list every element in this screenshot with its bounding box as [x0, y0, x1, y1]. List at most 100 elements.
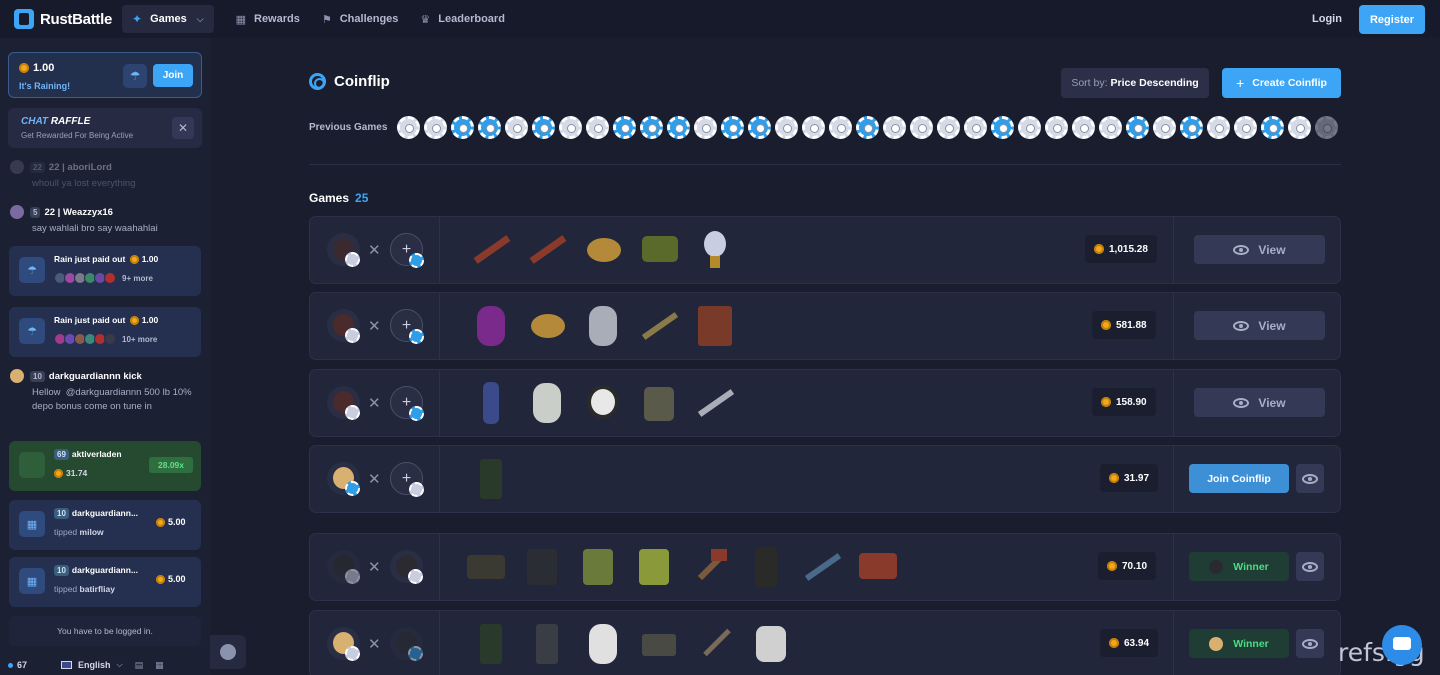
create-coinflip-button[interactable]: + Create Coinflip	[1222, 68, 1341, 98]
join-coinflip-button[interactable]: Join Coinflip	[1189, 464, 1289, 493]
previous-game-chip[interactable]	[1045, 116, 1068, 139]
sidebar-footer: 67 English ⌵ ▤ ▦	[0, 655, 210, 675]
item-cloth	[636, 226, 682, 274]
previous-game-chip[interactable]	[1072, 116, 1095, 139]
uk-flag-icon	[61, 661, 73, 669]
previous-game-chip[interactable]	[856, 116, 879, 139]
previous-game-chip[interactable]	[1099, 116, 1122, 139]
previous-game-chip[interactable]	[532, 116, 555, 139]
item-pants	[743, 543, 789, 591]
avatar	[10, 205, 24, 219]
previous-game-chip[interactable]	[478, 116, 501, 139]
previous-game-chip[interactable]	[1153, 116, 1176, 139]
empty-slot[interactable]: +	[390, 309, 424, 344]
view-button[interactable]	[1296, 629, 1324, 658]
previous-game-chip[interactable]	[721, 116, 744, 139]
language-selector[interactable]: English ⌵	[61, 660, 123, 670]
previous-game-chip[interactable]	[397, 116, 420, 139]
item-list	[468, 620, 804, 668]
previous-game-chip[interactable]	[883, 116, 906, 139]
tip-card: ▦ 10 darkguardiann... tipped milow 5.00	[9, 500, 201, 550]
empty-slot[interactable]: +	[390, 233, 424, 268]
coin-icon	[54, 469, 63, 479]
previous-game-chip[interactable]	[559, 116, 582, 139]
previous-game-chip[interactable]	[1126, 116, 1149, 139]
previous-game-chip[interactable]	[1261, 116, 1284, 139]
item-mask	[580, 620, 626, 668]
settings-icon[interactable]: ▦	[155, 660, 164, 671]
previous-game-chip[interactable]	[1207, 116, 1230, 139]
previous-game-chip[interactable]	[694, 116, 717, 139]
nav-leaderboard[interactable]: ♛ Leaderboard	[420, 13, 505, 26]
support-chat-button[interactable]	[1382, 625, 1422, 665]
player-avatar	[327, 386, 360, 420]
rain-amount: 1.00	[19, 62, 54, 74]
previous-games-label: Previous Games	[309, 122, 388, 133]
previous-game-chip[interactable]	[802, 116, 825, 139]
previous-game-chip[interactable]	[451, 116, 474, 139]
winner-badge: Winner	[1189, 629, 1289, 658]
rain-tip-icon[interactable]: ☂	[123, 64, 147, 88]
logo-icon	[14, 9, 34, 29]
pot-value: 1,015.28	[1085, 235, 1157, 263]
previous-game-chip[interactable]	[775, 116, 798, 139]
sort-dropdown[interactable]: Sort by: Price Descending	[1061, 68, 1209, 98]
previous-game-chip[interactable]	[910, 116, 933, 139]
previous-game-chip[interactable]	[829, 116, 852, 139]
winner-avatars: 10+ more	[54, 333, 157, 345]
player-avatar	[390, 627, 423, 661]
coin-icon	[1101, 397, 1111, 407]
item-mask	[524, 379, 570, 427]
game-row: ✕ + 581.88 View	[309, 292, 1341, 360]
chat-toggle-button[interactable]	[210, 635, 246, 669]
nav-challenges[interactable]: ⚑ Challenges	[322, 13, 399, 26]
previous-game-chip[interactable]	[586, 116, 609, 139]
previous-game-chip[interactable]	[991, 116, 1014, 139]
previous-game-chip[interactable]	[640, 116, 663, 139]
chat-input-disabled[interactable]: You have to be logged in.	[9, 616, 201, 646]
empty-slot[interactable]: +	[390, 462, 424, 497]
previous-game-chip[interactable]	[1180, 116, 1203, 139]
login-link[interactable]: Login	[1312, 13, 1342, 25]
rain-join-button[interactable]: Join	[153, 64, 193, 87]
view-button[interactable]	[1296, 464, 1324, 493]
item-outfit	[468, 379, 514, 427]
view-button[interactable]: View	[1194, 388, 1325, 417]
previous-game-chip[interactable]	[1018, 116, 1041, 139]
previous-game-chip[interactable]	[937, 116, 960, 139]
player-avatar	[327, 462, 360, 496]
flag-icon: ⚑	[321, 13, 332, 26]
previous-game-chip[interactable]	[1234, 116, 1257, 139]
view-button[interactable]: View	[1194, 311, 1325, 340]
rules-icon[interactable]: ▤	[135, 660, 144, 671]
previous-game-chip[interactable]	[667, 116, 690, 139]
item-cloth	[463, 543, 509, 591]
close-icon[interactable]: ✕	[172, 117, 194, 139]
previous-game-chip[interactable]	[1288, 116, 1311, 139]
avatar	[10, 160, 24, 174]
previous-game-chip[interactable]	[748, 116, 771, 139]
nav-games-dropdown[interactable]: ✦ Games ⌵	[122, 5, 214, 33]
previous-game-chip[interactable]	[1315, 116, 1338, 139]
previous-game-chip[interactable]	[613, 116, 636, 139]
avatar	[1209, 559, 1224, 574]
previous-game-chip[interactable]	[964, 116, 987, 139]
gift-icon: ▦	[19, 511, 45, 537]
game-row: ✕ + 31.97 Join Coinflip	[309, 445, 1341, 513]
previous-game-chip[interactable]	[424, 116, 447, 139]
register-button[interactable]: Register	[1359, 5, 1425, 34]
item-armor	[636, 379, 682, 427]
logo[interactable]: RustBattle	[14, 9, 118, 29]
eye-icon	[1233, 244, 1250, 255]
eye-icon	[1302, 561, 1318, 572]
nav-rewards[interactable]: ▦ Rewards	[236, 13, 300, 26]
previous-game-chip[interactable]	[505, 116, 528, 139]
raffle-subtitle: Get Rewarded For Being Active	[21, 131, 134, 140]
item-panda-mask	[580, 379, 626, 427]
multiplier-badge: 28.09x	[149, 457, 193, 473]
empty-slot[interactable]: +	[390, 386, 424, 421]
game-row: ✕ 63.94 Winner	[309, 610, 1341, 675]
game-row: ✕ + 1,015.28 View	[309, 216, 1341, 284]
view-button[interactable]: View	[1194, 235, 1325, 264]
view-button[interactable]	[1296, 552, 1324, 581]
